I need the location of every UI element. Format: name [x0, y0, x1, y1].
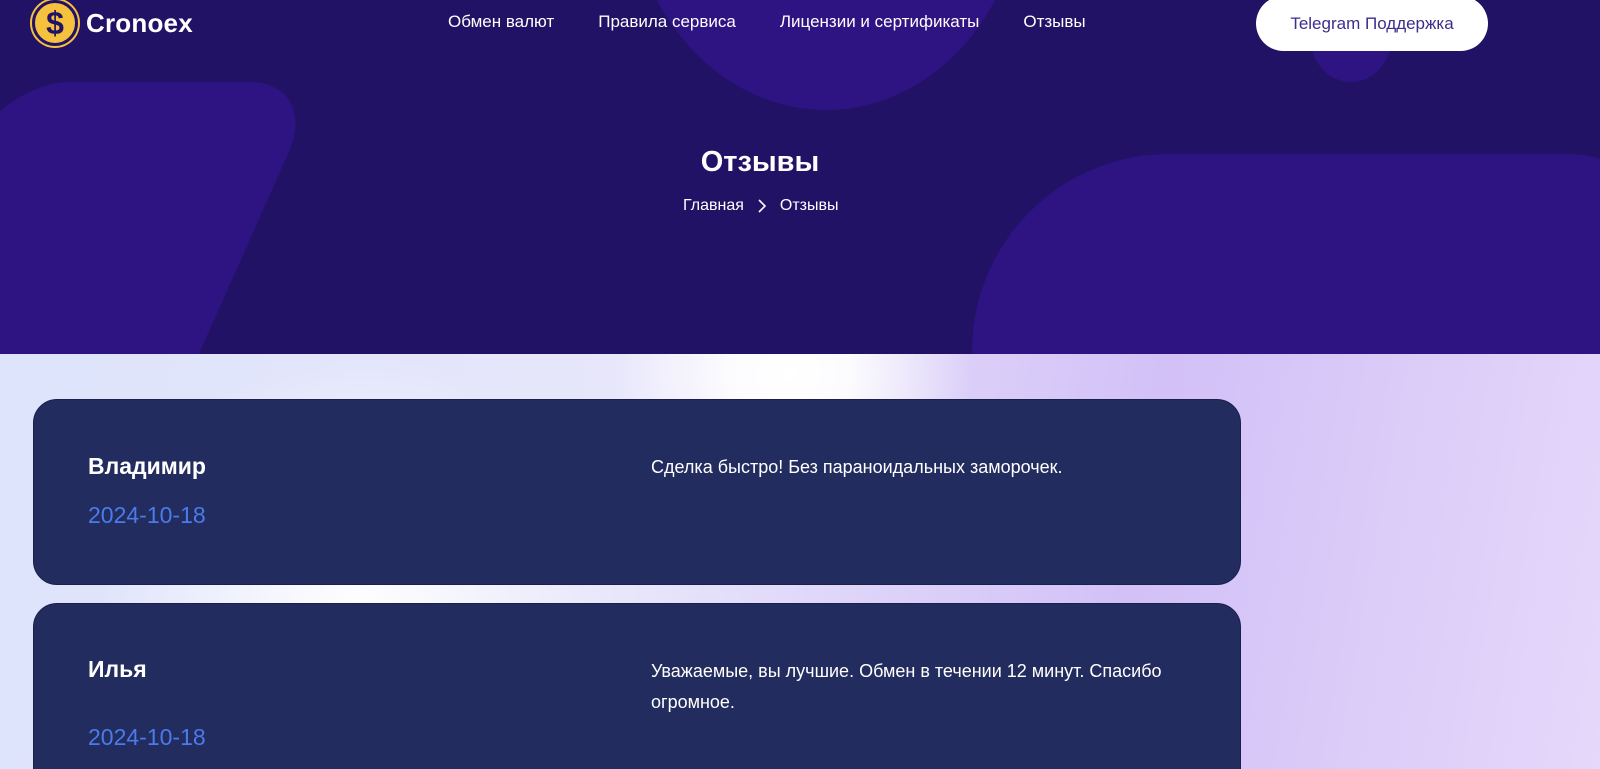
review-author: Илья [88, 656, 147, 682]
review-card: Илья 2024-10-18 Уважаемые, вы лучшие. Об… [33, 603, 1241, 769]
nav-item-rules[interactable]: Правила сервиса [598, 12, 736, 32]
review-text: Сделка быстро! Без параноидальных заморо… [651, 457, 1063, 477]
chevron-right-icon [758, 199, 766, 213]
reviews-section: Владимир 2024-10-18 Сделка быстро! Без п… [0, 354, 1600, 769]
nav-item-exchange[interactable]: Обмен валют [448, 12, 554, 32]
review-date: 2024-10-18 [88, 502, 206, 528]
decorative-blob [0, 82, 320, 354]
breadcrumb: Главная Отзывы [683, 197, 839, 215]
decorative-blob [972, 154, 1600, 354]
review-author: Владимир [88, 453, 206, 479]
site-logo[interactable]: $ Cronoex [32, 0, 193, 46]
breadcrumb-home-link[interactable]: Главная [683, 197, 744, 215]
review-card: Владимир 2024-10-18 Сделка быстро! Без п… [33, 399, 1241, 585]
page-title: Отзывы [700, 146, 820, 178]
review-text: Уважаемые, вы лучшие. Обмен в течении 12… [651, 661, 1162, 712]
breadcrumb-current: Отзывы [779, 197, 839, 214]
logo-text: Cronoex [86, 7, 193, 38]
telegram-support-button[interactable]: Telegram Поддержка [1256, 0, 1488, 51]
nav-item-reviews[interactable]: Отзывы [1023, 12, 1085, 32]
hero-header: $ Cronoex Обмен валют Правила сервиса Ли… [0, 0, 1600, 354]
dollar-coin-icon: $ [32, 0, 78, 46]
nav-item-licenses[interactable]: Лицензии и сертификаты [780, 12, 979, 32]
main-nav: Обмен валют Правила сервиса Лицензии и с… [448, 12, 1086, 32]
review-date: 2024-10-18 [88, 724, 206, 750]
